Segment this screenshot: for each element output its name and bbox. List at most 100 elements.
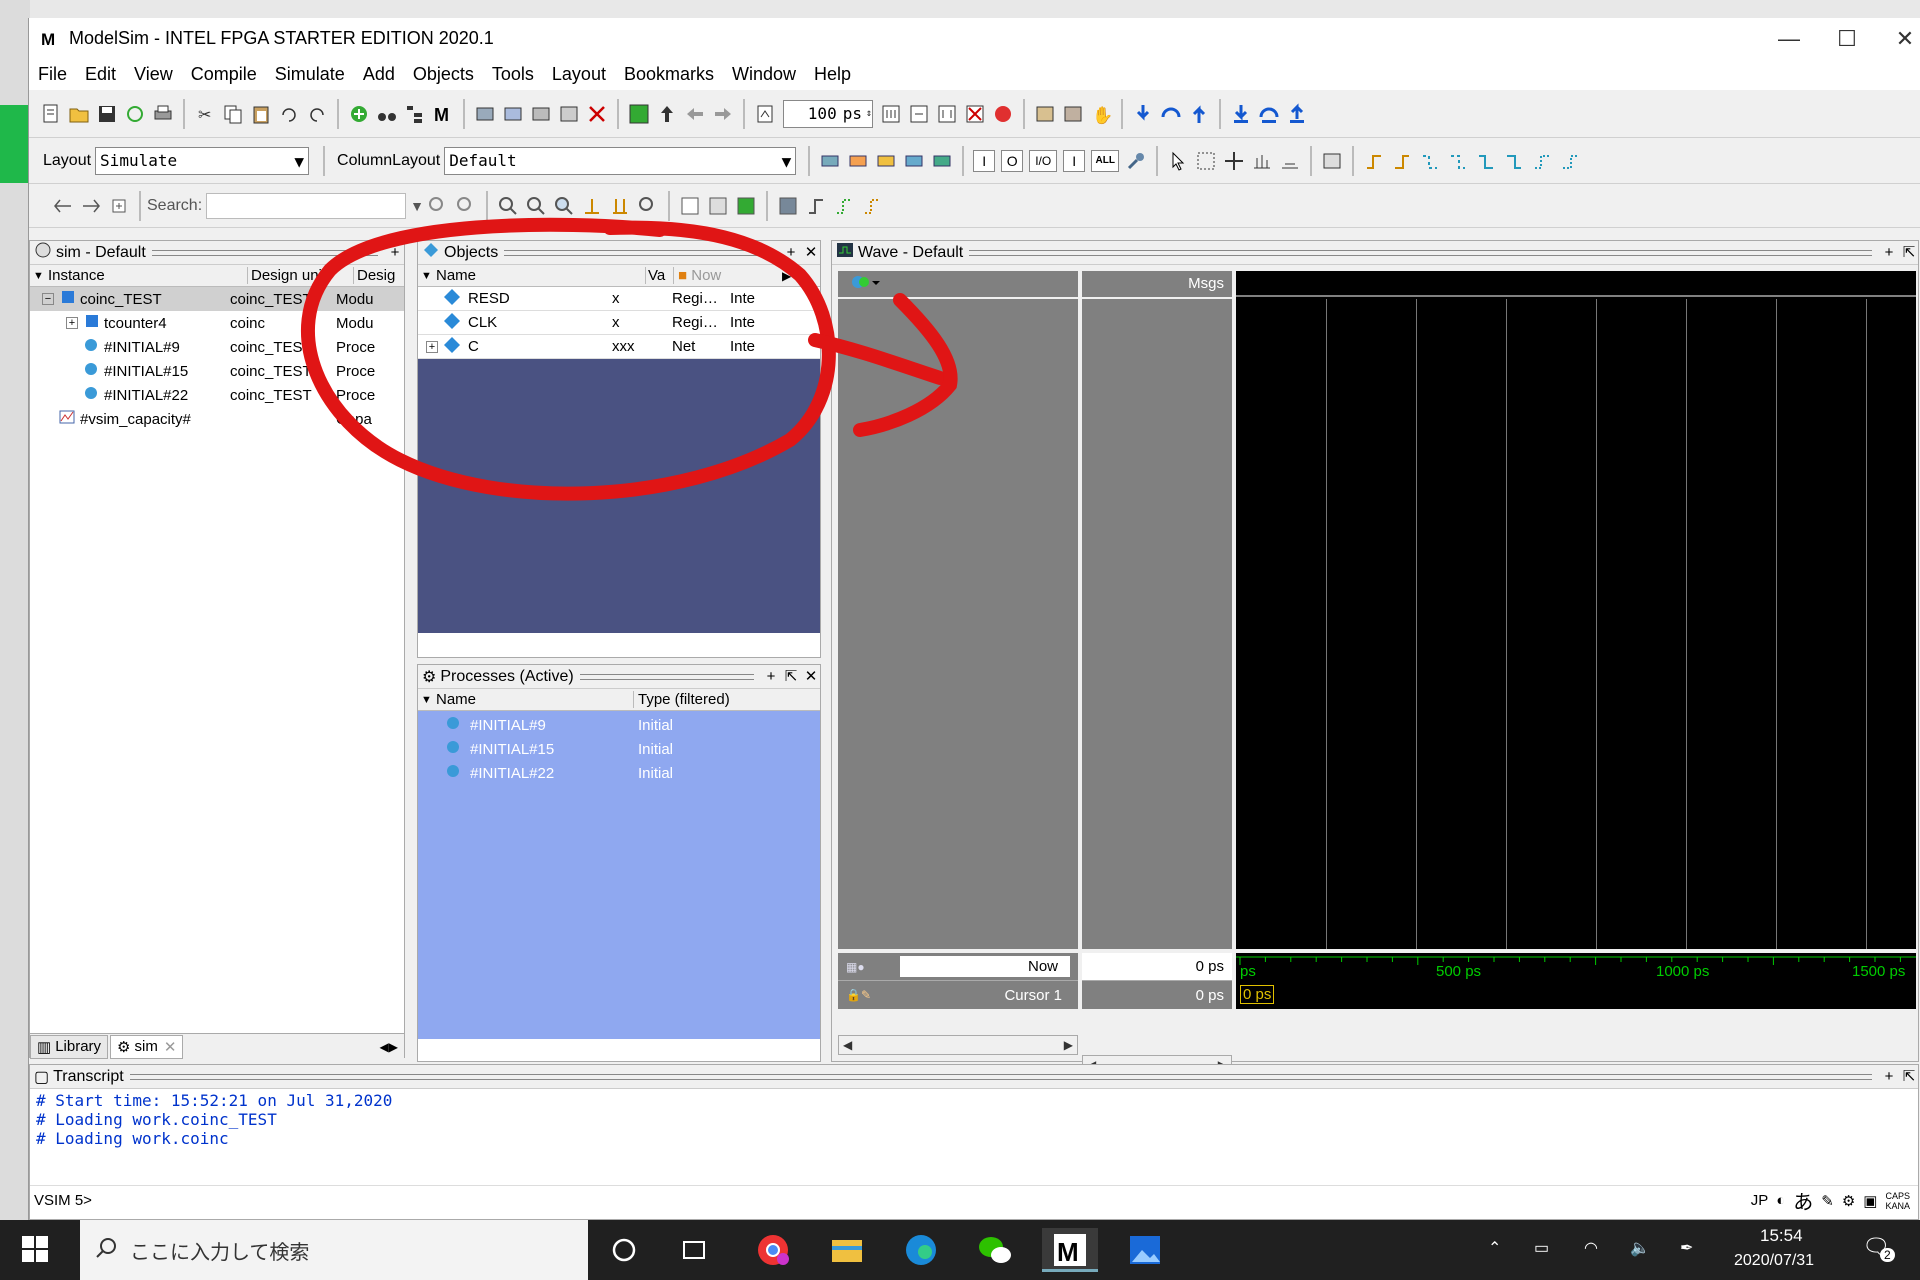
ime-mode-icon[interactable]: ◐ [1776,1192,1785,1209]
select-pointer-icon[interactable] [1167,150,1189,172]
wave-names-column[interactable] [838,299,1078,949]
forward-arrow-icon[interactable] [712,103,734,125]
menu-simulate[interactable]: Simulate [266,60,354,90]
modelsim-taskbar-icon[interactable]: M [1042,1228,1098,1272]
wave-expand-icon[interactable] [707,195,729,217]
step-out-dropdown-icon[interactable] [1286,102,1308,125]
column-design-unit[interactable]: Design unit [248,267,354,284]
up-arrow-icon[interactable] [656,103,678,125]
windows-start-icon[interactable] [22,1236,48,1267]
wave-style-icon[interactable] [735,195,757,217]
volume-muted-icon[interactable]: 🔈 [1630,1238,1650,1258]
spin-icon[interactable]: ⇕ [866,108,872,119]
compile-all-icon[interactable] [502,103,524,125]
paste-icon[interactable] [250,103,272,125]
open-folder-icon[interactable] [68,103,90,125]
undo-icon[interactable] [278,103,300,125]
minimize-button[interactable]: — [1761,22,1817,56]
wave-canvas[interactable] [1236,271,1916,949]
column-menu-icon[interactable]: ▼ [30,270,46,282]
add-pane-icon[interactable]: + [1880,244,1898,262]
menu-window[interactable]: Window [723,60,805,90]
sim-tree-row[interactable]: #vsim_capacity# Capa [30,407,404,431]
stretch-icon[interactable] [1279,150,1301,172]
zoom-last-icon[interactable] [637,195,659,217]
performance-icon[interactable] [1034,103,1056,125]
ime-tool-icon[interactable]: ✎ [1821,1192,1834,1210]
step-over-icon[interactable] [1160,103,1182,125]
object-row[interactable]: RESD x Regi… Inte [418,287,820,311]
expand-hierarchy-icon[interactable] [80,195,102,217]
undock-icon[interactable]: ⇱ [1900,1068,1918,1086]
wave-format-icon[interactable] [777,195,799,217]
add-pane-icon[interactable]: + [386,244,404,262]
menu-layout[interactable]: Layout [543,60,615,90]
add-pane-icon[interactable]: + [1880,1068,1898,1086]
tray-chevron-up-icon[interactable]: ⌃ [1488,1238,1501,1258]
zoom-cursor-icon[interactable] [581,195,603,217]
tab-sim[interactable]: ⚙ sim ✕ [110,1034,184,1059]
library-icon[interactable] [558,103,580,125]
scroll-left-icon[interactable]: ◀ [843,1038,852,1052]
add-pane-icon[interactable]: + [782,244,800,262]
ime-lang[interactable]: JP [1751,1192,1769,1209]
search-prev-icon[interactable] [455,195,477,217]
column-menu-icon[interactable]: ▼ [418,694,434,706]
column-design-type[interactable]: Desig [354,267,402,284]
column-name[interactable]: Name [434,267,646,284]
redo-icon[interactable] [306,103,328,125]
menu-edit[interactable]: Edit [76,60,125,90]
transcript-body[interactable]: # Start time: 15:52:21 on Jul 31,2020 # … [30,1089,1918,1185]
ime-kana[interactable]: あ [1793,1186,1813,1215]
column-name[interactable]: Name [434,691,634,708]
chrome-app-icon[interactable] [750,1228,796,1272]
cortana-icon[interactable] [610,1236,638,1269]
wave-compress-icon[interactable] [679,195,701,217]
search-next-icon[interactable] [427,195,449,217]
falling-edge-next-icon[interactable] [1503,150,1525,172]
transcript-prompt-row[interactable]: VSIM 5> JP ◐ あ ✎ ⚙ ▣ CAPS KANA [30,1185,1918,1215]
run-length-field[interactable]: 100 ps ⇕ [783,99,873,128]
column-now[interactable]: ■ Now [674,267,782,284]
zoom-in-icon[interactable] [497,195,519,217]
pane-grip[interactable] [129,1073,1872,1080]
hand-icon[interactable]: ✋ [1090,103,1113,125]
glitch-prev-icon[interactable] [1531,150,1553,172]
maximize-button[interactable]: ☐ [1819,22,1875,56]
taskbar-date[interactable]: 2020/07/31 [1734,1252,1814,1270]
menu-file[interactable]: File [29,60,76,90]
transition-prev-icon[interactable] [1419,150,1441,172]
layout-select[interactable]: Simulate ▼ [95,146,310,175]
pane-grip[interactable] [504,249,774,256]
ime-box-icon[interactable]: ▣ [1863,1192,1877,1210]
zoom-mode-icon[interactable] [1195,150,1217,172]
process-row[interactable]: #INITIAL#15 Initial [418,737,820,761]
expand-toggle-icon[interactable]: + [426,340,438,353]
modelsim-m-icon[interactable]: M [432,103,454,125]
back-arrow-icon[interactable] [684,103,706,125]
reload-icon[interactable] [124,103,146,125]
bookmark-icon[interactable] [1321,150,1343,172]
column-layout-select[interactable]: Default ▼ [444,146,797,175]
step-into-icon[interactable] [1132,103,1154,125]
pen-icon[interactable]: ✒ [1680,1238,1693,1258]
zoom-range-icon[interactable] [609,195,631,217]
zoom-out-icon[interactable] [525,195,547,217]
stop-icon[interactable] [992,103,1014,125]
battery-icon[interactable]: ▭ [1534,1238,1549,1258]
process-row[interactable]: #INITIAL#9 Initial [418,713,820,737]
find-binoculars-icon[interactable] [376,103,398,125]
add-icon[interactable] [348,103,370,125]
add-watch-icon[interactable] [931,150,953,172]
memory-icon[interactable] [1062,103,1084,125]
undock-icon[interactable]: ⇱ [782,668,800,686]
transition-next-icon[interactable] [1447,150,1469,172]
edge-fall-icon[interactable] [861,195,883,217]
falling-edge-prev-icon[interactable] [1475,150,1497,172]
sim-tree-row[interactable]: #INITIAL#9 coinc_TEST Proce [30,335,404,359]
break-icon[interactable] [586,103,608,125]
zoom-full-icon[interactable] [553,195,575,217]
cursor-flag[interactable]: 0 ps [1240,985,1275,1004]
process-row[interactable]: #INITIAL#22 Initial [418,761,820,785]
continue-icon[interactable] [908,103,930,125]
